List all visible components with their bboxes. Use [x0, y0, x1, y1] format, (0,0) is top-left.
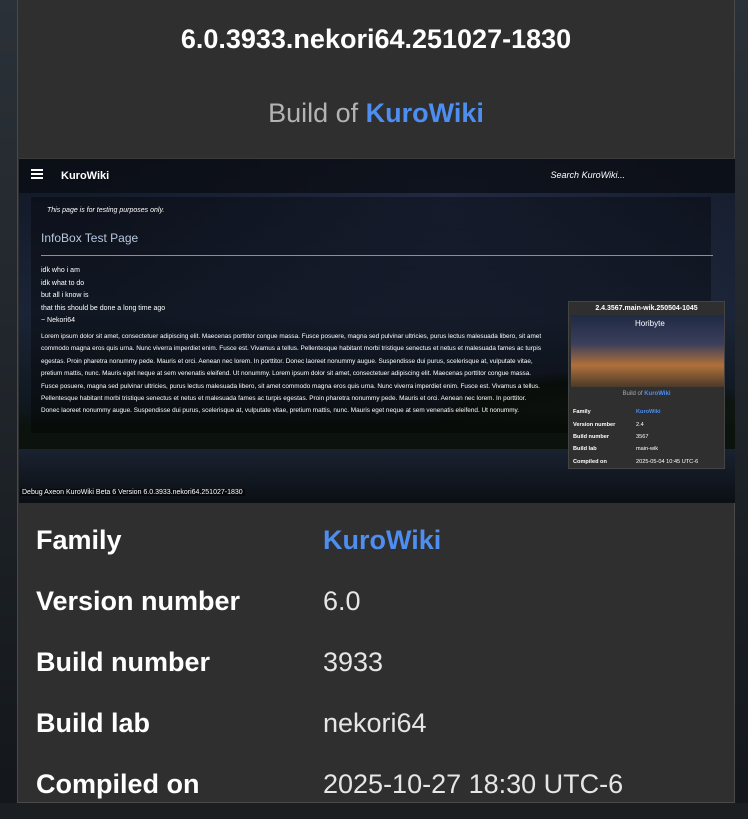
family-link[interactable]: KuroWiki — [366, 98, 484, 128]
infobox-subtitle: Build of KuroWiki — [18, 98, 734, 129]
mini-row-key: Build number — [573, 433, 610, 440]
screenshot-page-title: InfoBox Test Page — [41, 231, 139, 245]
screenshot-brand: KuroWiki — [61, 170, 110, 182]
mini-infobox-rows: Family KuroWiki Version number 2.4 Build… — [573, 406, 722, 468]
screenshot-lorem: Lorem ipsum dolor sit amet, consectetuer… — [41, 333, 542, 415]
property-value: nekori64 — [323, 708, 427, 738]
mini-infobox: 2.4.3567.main-wik.250504-1045 Horibyte B… — [568, 301, 725, 469]
property-value: 6.0 — [323, 586, 361, 616]
screenshot-divider — [41, 255, 713, 256]
mini-infobox-subtitle: Build of KuroWiki — [569, 391, 724, 397]
property-row: Version number 6.0 — [36, 571, 726, 632]
mini-row-key: Build lab — [573, 446, 597, 453]
property-key: Build number — [36, 647, 210, 677]
mini-row: Compiled on 2025-05-04 10:45 UTC-6 — [573, 456, 722, 468]
poem-line: idk what to do — [41, 279, 85, 287]
mini-infobox-image: Horibyte — [571, 315, 724, 387]
mini-row: Build number 3567 — [573, 431, 722, 443]
poem-line: but all i know is — [41, 292, 89, 299]
mini-row-value: KuroWiki — [636, 409, 661, 416]
mini-logo: Horibyte — [635, 319, 665, 328]
property-row: Family KuroWiki — [36, 510, 726, 571]
property-key: Version number — [36, 586, 241, 616]
infobox-card: 6.0.3933.nekori64.251027-1830 Build of K… — [17, 0, 735, 803]
mini-family-link: KuroWiki — [644, 391, 671, 397]
screenshot-search: Search KuroWiki... — [550, 170, 625, 180]
mini-row-value: 2025-05-04 10:45 UTC-6 — [636, 458, 699, 465]
mini-infobox-title: 2.4.3567.main-wik.250504-1045 — [595, 305, 698, 312]
poem-line: ~ Nekori64 — [41, 317, 76, 324]
subtitle-prefix: Build of — [268, 98, 359, 128]
infobox-title: 6.0.3933.nekori64.251027-1830 — [180, 24, 572, 54]
property-table: Family KuroWiki Version number 6.0 Build… — [36, 510, 726, 815]
mini-row-key: Compiled on — [573, 458, 607, 465]
property-value: 3933 — [323, 647, 384, 677]
property-value: 2025-10-27 18:30 UTC-6 — [323, 769, 624, 799]
build-screenshot: KuroWiki Search KuroWiki... This page is… — [19, 158, 735, 503]
hamburger-menu-icon — [31, 169, 43, 179]
property-key: Family — [36, 525, 122, 555]
family-value-link[interactable]: KuroWiki — [323, 525, 441, 556]
screenshot-topbar: KuroWiki Search KuroWiki... — [19, 159, 735, 193]
screenshot-poem: idk who i am idk what to do but all i kn… — [41, 265, 165, 328]
screenshot-notice: This page is for testing purposes only. — [47, 207, 165, 214]
property-row: Build number 3933 — [36, 632, 726, 693]
mini-row-value: 3567 — [636, 433, 649, 440]
mini-row-key: Family — [573, 409, 591, 416]
property-key: Compiled on — [36, 769, 200, 799]
screenshot-content: This page is for testing purposes only. … — [31, 197, 725, 469]
mini-row: Version number 2.4 — [573, 418, 722, 430]
mini-row-key: Version number — [573, 421, 616, 428]
mini-row: Family KuroWiki — [573, 406, 722, 418]
property-row: Build lab nekori64 — [36, 693, 726, 754]
mini-subtitle-prefix: Build of — [622, 391, 643, 397]
poem-line: idk who i am — [41, 267, 80, 274]
poem-line: that this should be done a long time ago — [41, 304, 166, 312]
background-left — [0, 0, 18, 819]
screenshot-debug-text: Debug Axeon KuroWiki Beta 6 Version 6.0.… — [20, 489, 245, 496]
mini-row-value: main-wik — [636, 446, 659, 453]
property-key: Build lab — [36, 708, 150, 738]
mini-row: Build lab main-wik — [573, 443, 722, 455]
mini-row-value: 2.4 — [636, 421, 644, 428]
property-row: Compiled on 2025-10-27 18:30 UTC-6 — [36, 754, 726, 815]
